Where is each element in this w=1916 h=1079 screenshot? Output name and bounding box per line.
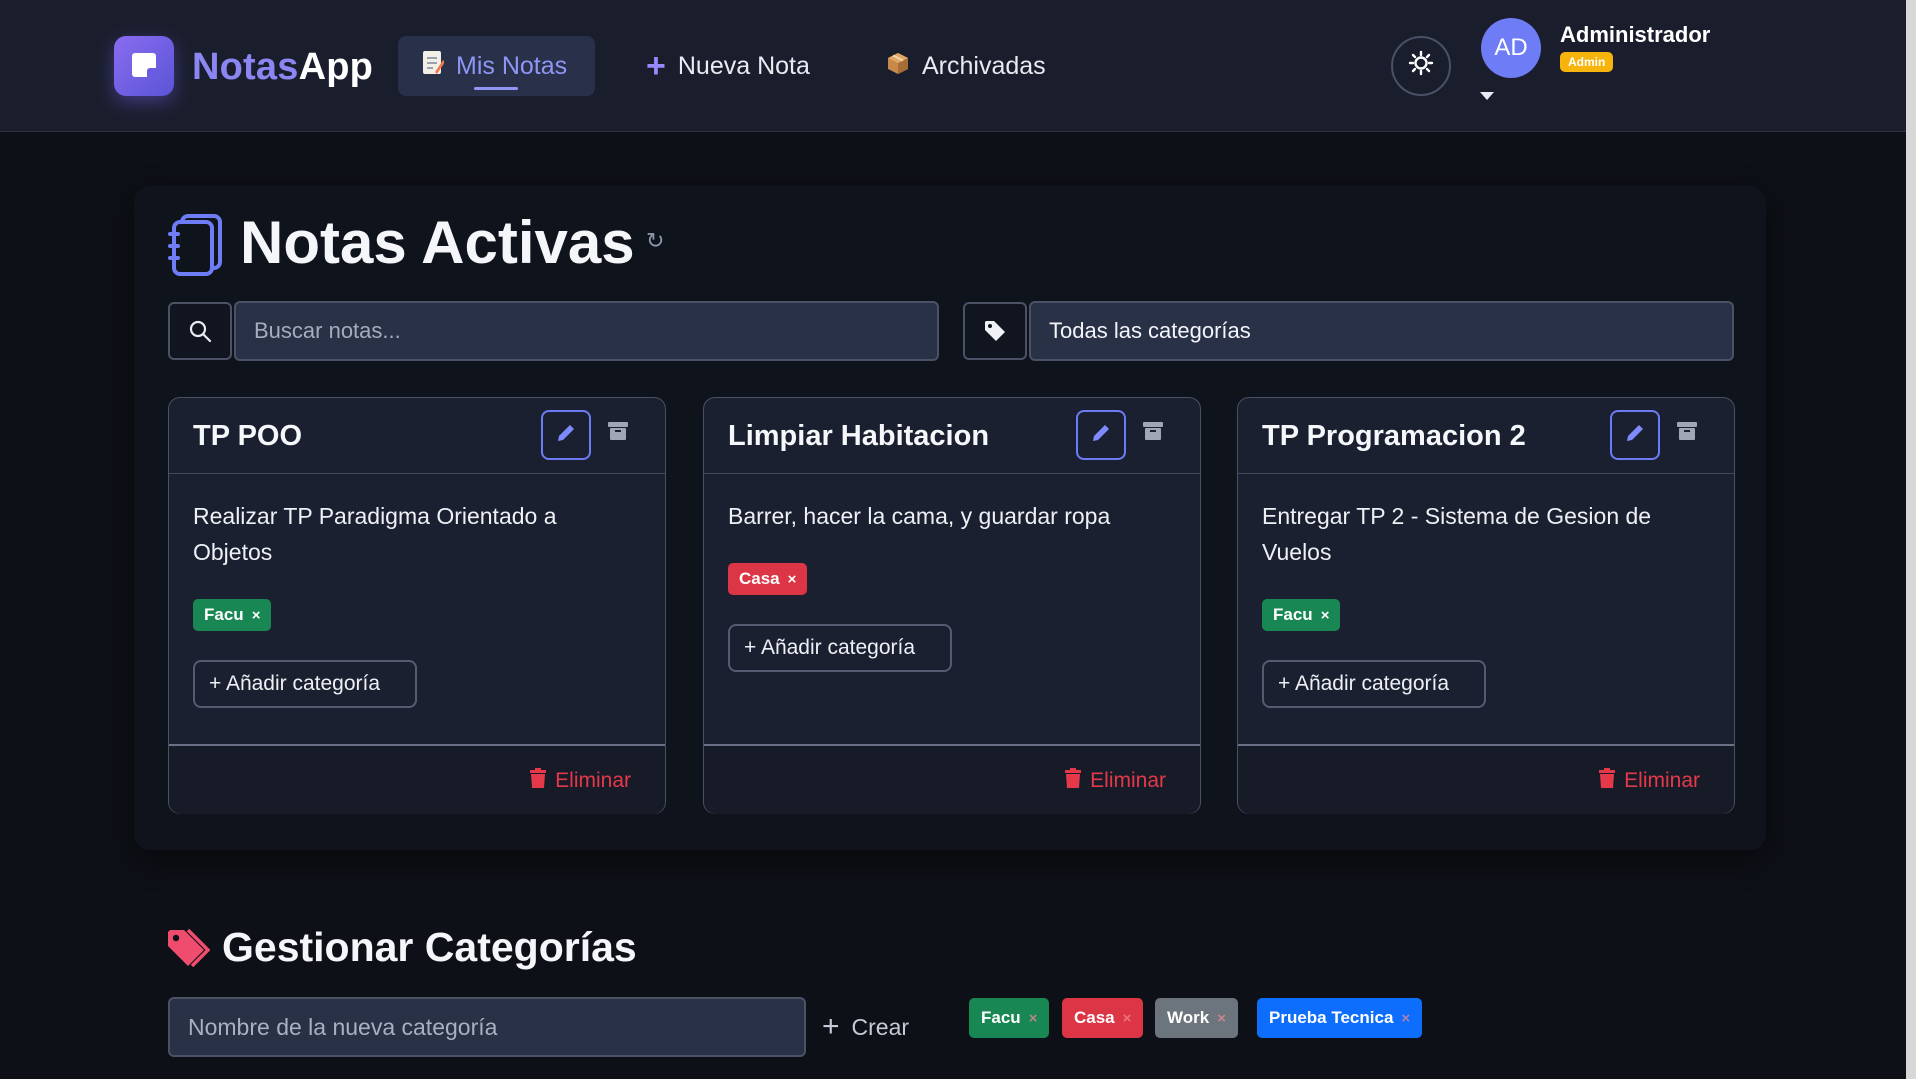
nav-archivadas[interactable]: Archivadas [862,36,1070,96]
note-title: TP Programacion 2 [1262,420,1526,452]
trash-icon [1598,768,1616,794]
tags-icon [166,928,211,972]
note-card-footer: Eliminar [169,744,665,814]
top-navbar: NotasApp Mis Notas + Nueva Nota Archivad… [0,0,1906,132]
search-icon [168,302,232,360]
user-avatar[interactable]: AD [1481,18,1541,78]
tag-label: Facu [1273,605,1313,624]
user-name: Administrador [1560,22,1711,47]
category-filter-select[interactable]: Todas las categorías [1029,301,1734,361]
delete-category-icon[interactable]: × [1401,1010,1410,1027]
delete-label: Eliminar [1090,769,1166,792]
note-card-footer: Eliminar [1238,744,1734,814]
tag-label: Casa [739,569,780,588]
edit-note-button[interactable] [1610,410,1660,460]
delete-note-button[interactable]: Eliminar [529,768,631,794]
note-title: Limpiar Habitacion [728,420,990,452]
delete-label: Eliminar [1624,769,1700,792]
edit-note-button[interactable] [1076,410,1126,460]
category-chip: Facu × [969,998,1050,1038]
tag-label: Facu [204,605,244,624]
category-chip: Prueba Tecnica × [1257,998,1423,1038]
theme-toggle-button[interactable] [1391,36,1451,96]
add-category-button[interactable]: + Añadir categoría [728,624,952,672]
nav-nueva-nota[interactable]: + Nueva Nota [622,36,834,96]
note-card-header: Limpiar Habitacion [704,398,1200,474]
delete-label: Eliminar [555,769,631,792]
user-menu-caret-icon[interactable] [1480,92,1494,100]
create-label: Crear [851,1013,910,1040]
page-scrollbar[interactable] [1906,0,1916,1079]
note-card-footer: Eliminar [704,744,1200,814]
edit-note-button[interactable] [541,410,591,460]
note-body: Entregar TP 2 - Sistema de Gesion de Vue… [1262,503,1652,565]
delete-category-icon[interactable]: × [1029,1010,1038,1027]
category-label: Work [1167,1008,1210,1027]
category-label: Prueba Tecnica [1269,1008,1394,1027]
note-tag: Facu × [1262,599,1341,631]
app-logo-icon[interactable] [114,36,174,96]
category-label: Casa [1074,1008,1115,1027]
trash-icon [1064,768,1082,794]
categories-section-title: Gestionar Categorías [222,924,637,970]
note-title: TP POO [193,420,303,452]
delete-note-button[interactable]: Eliminar [1598,768,1700,794]
note-card-header: TP Programacion 2 [1238,398,1734,474]
archive-icon[interactable] [1142,420,1164,442]
note-body: Barrer, hacer la cama, y guardar ropa [728,503,1111,529]
brand-part-1: Notas [192,46,299,88]
trash-icon [529,768,547,794]
new-category-input[interactable]: Nombre de la nueva categoría [168,997,806,1057]
category-chip: Work × [1155,998,1238,1038]
pencil-icon [1091,423,1111,448]
plus-icon: + [646,46,666,85]
search-input[interactable]: Buscar notas... [234,301,939,361]
user-role-badge: Admin [1560,52,1614,72]
note-tag: Facu × [193,599,272,631]
remove-tag-icon[interactable]: × [788,571,797,588]
archive-icon[interactable] [1676,420,1698,442]
refresh-icon[interactable]: ↻ [646,228,664,254]
add-category-button[interactable]: + Añadir categoría [1262,660,1486,708]
note-body: Realizar TP Paradigma Orientado a Objeto… [193,503,557,565]
note-card: TP POO Realizar TP Paradigma Orientado a… [168,397,666,814]
pencil-icon [556,423,576,448]
delete-note-button[interactable]: Eliminar [1064,768,1166,794]
nav-label: Nueva Nota [677,51,810,80]
tag-icon [963,302,1027,360]
nav-label: Archivadas [922,51,1046,80]
delete-category-icon[interactable]: × [1123,1010,1132,1027]
remove-tag-icon[interactable]: × [252,607,261,624]
note-card: Limpiar Habitacion Barrer, hacer la cama… [703,397,1201,814]
page-title: Notas Activas [240,209,635,276]
category-chip: Casa × [1062,998,1144,1038]
delete-category-icon[interactable]: × [1217,1010,1226,1027]
sun-icon [1408,50,1434,83]
nav-label: Mis Notas [456,51,568,80]
pencil-icon [1625,423,1645,448]
plus-icon: + [822,1010,840,1043]
archive-icon[interactable] [607,420,629,442]
create-category-button[interactable]: + Crear [822,1010,909,1044]
memo-icon [422,50,445,83]
category-label: Facu [981,1008,1021,1027]
brand-part-2: App [298,46,374,88]
note-card: TP Programacion 2 Entregar TP 2 - Sistem… [1237,397,1735,814]
note-tag: Casa × [728,563,808,595]
notebook-icon [168,214,224,276]
add-category-button[interactable]: + Añadir categoría [193,660,417,708]
package-icon [886,51,910,82]
app-brand[interactable]: NotasApp [192,46,373,89]
note-card-header: TP POO [169,398,665,474]
nav-mis-notas[interactable]: Mis Notas [398,36,595,96]
remove-tag-icon[interactable]: × [1321,607,1330,624]
